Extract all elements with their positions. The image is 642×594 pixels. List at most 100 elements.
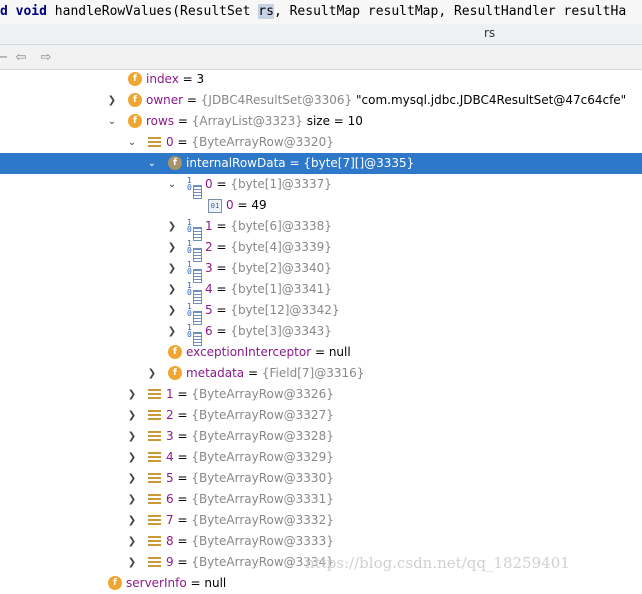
list-element-icon — [148, 536, 161, 547]
expand-arrow-icon[interactable]: ❯ — [167, 216, 177, 237]
expand-arrow-icon[interactable]: ❯ — [167, 300, 177, 321]
tree-row-rows[interactable]: ⌄ f rows = {ArrayList@3323} size = 10 — [0, 111, 642, 132]
row-label: owner = {JDBC4ResultSet@3306} "com.mysql… — [146, 93, 627, 107]
expand-arrow-icon[interactable]: ❯ — [167, 321, 177, 342]
tree-row-byte-array-row[interactable]: ❯ 7 = {ByteArrayRow@3332} — [0, 510, 642, 531]
tree-row-byte-array-row[interactable]: ❯ 4 = {ByteArrayRow@3329} — [0, 447, 642, 468]
expand-arrow-icon[interactable]: ❯ — [127, 384, 137, 405]
tree-row-internal-row-data[interactable]: ⌄ f internalRowData = {byte[7][]@3335} — [0, 153, 642, 174]
expand-arrow-icon[interactable]: ❯ — [127, 405, 137, 426]
list-element-icon — [148, 431, 161, 442]
highlighted-variable[interactable]: rs — [258, 4, 274, 19]
tree-row-byte-array[interactable]: ❯ 10 1 = {byte[6]@3338} — [0, 216, 642, 241]
watermark: https://blog.csdn.net/qq_18259401 — [305, 554, 570, 572]
array-icon: 10 — [187, 240, 202, 262]
row-label: 6 = {byte[3]@3343} — [205, 324, 332, 338]
list-element-icon — [148, 557, 161, 568]
row-label: 6 = {ByteArrayRow@3331} — [166, 492, 334, 506]
field-icon: f — [168, 345, 182, 359]
list-element-icon — [148, 452, 161, 463]
expand-arrow-icon[interactable]: ❯ — [167, 279, 177, 300]
collapse-arrow-icon[interactable]: ⌄ — [127, 132, 137, 153]
tree-row-owner[interactable]: ❯ f owner = {JDBC4ResultSet@3306} "com.m… — [0, 90, 642, 111]
field-icon: f — [168, 366, 182, 380]
tooltip-title: rs — [484, 26, 496, 40]
row-label: index = 3 — [146, 72, 205, 86]
tree-row-byte-array-row[interactable]: ❯ 6 = {ByteArrayRow@3331} — [0, 489, 642, 510]
forward-arrow-icon[interactable]: ⇨ — [37, 48, 55, 66]
tree-row-byte-array-row[interactable]: ❯ 5 = {ByteArrayRow@3330} — [0, 468, 642, 489]
row-label: 7 = {ByteArrayRow@3332} — [166, 513, 334, 527]
tree-row-byte-value[interactable]: 01 0 = 49 — [0, 195, 642, 216]
tree-row-metadata[interactable]: ❯ f metadata = {Field[7]@3316} — [0, 363, 642, 384]
expand-arrow-icon[interactable]: ❯ — [127, 552, 137, 573]
row-label: exceptionInterceptor = null — [186, 345, 351, 359]
variables-tree: f index = 3 ❯ f owner = {JDBC4ResultSet@… — [0, 69, 642, 590]
list-element-icon — [148, 389, 161, 400]
expand-arrow-icon[interactable]: ❯ — [127, 468, 137, 489]
tree-row-byte-array[interactable]: ❯ 10 2 = {byte[4]@3339} — [0, 237, 642, 262]
collapse-arrow-icon[interactable]: ⌄ — [167, 174, 177, 195]
array-icon: 10 — [187, 261, 202, 283]
list-element-icon — [148, 137, 161, 148]
row-label: 2 = {byte[4]@3339} — [205, 240, 332, 254]
expand-arrow-icon[interactable]: ❯ — [107, 90, 117, 111]
expand-arrow-icon[interactable]: ❯ — [127, 426, 137, 447]
expand-arrow-icon[interactable]: ❯ — [127, 489, 137, 510]
row-label: 4 = {byte[1]@3341} — [205, 282, 332, 296]
tree-row-byte-array[interactable]: ❯ 10 3 = {byte[2]@3340} — [0, 258, 642, 283]
array-icon: 10 — [187, 282, 202, 304]
row-label: 3 = {byte[2]@3340} — [205, 261, 332, 275]
row-label: 5 = {byte[12]@3342} — [205, 303, 340, 317]
array-icon: 10 — [187, 219, 202, 241]
code-line: d void handleRowValues(ResultSet rs, Res… — [0, 0, 642, 24]
list-element-icon — [148, 515, 161, 526]
tree-row-index[interactable]: f index = 3 — [0, 69, 642, 90]
tree-row-rows-0[interactable]: ⌄ 0 = {ByteArrayRow@3320} — [0, 132, 642, 153]
tree-row-byte-array-row[interactable]: ❯ 8 = {ByteArrayRow@3333} — [0, 531, 642, 552]
tree-row-byte-array[interactable]: ⌄ 10 0 = {byte[1]@3337} — [0, 174, 642, 199]
array-icon: 10 — [187, 177, 202, 199]
field-icon: f — [168, 156, 182, 170]
tree-row-byte-array-row[interactable]: ❯ 2 = {ByteArrayRow@3327} — [0, 405, 642, 426]
list-element-icon — [148, 473, 161, 484]
tree-row-byte-array[interactable]: ❯ 10 5 = {byte[12]@3342} — [0, 300, 642, 325]
expand-arrow-icon[interactable]: ❯ — [127, 447, 137, 468]
minus-icon[interactable]: − — [0, 48, 12, 66]
row-label: metadata = {Field[7]@3316} — [186, 366, 365, 380]
row-label: serverInfo = null — [126, 576, 227, 590]
expand-arrow-icon[interactable]: ❯ — [147, 363, 157, 384]
expand-arrow-icon[interactable]: ❯ — [127, 510, 137, 531]
code-before: handleRowValues(ResultSet — [46, 4, 259, 19]
collapse-arrow-icon[interactable]: ⌄ — [147, 153, 157, 174]
collapse-arrow-icon[interactable]: ⌄ — [107, 111, 117, 132]
array-icon: 10 — [187, 303, 202, 325]
tree-row-byte-array[interactable]: ❯ 10 4 = {byte[1]@3341} — [0, 279, 642, 304]
row-label: 8 = {ByteArrayRow@3333} — [166, 534, 334, 548]
row-label: 2 = {ByteArrayRow@3327} — [166, 408, 334, 422]
back-arrow-icon[interactable]: ⇦ — [12, 48, 30, 66]
expand-arrow-icon[interactable]: ❯ — [167, 258, 177, 279]
row-label: 1 = {ByteArrayRow@3326} — [166, 387, 334, 401]
tree-row-server-info[interactable]: f serverInfo = null — [0, 573, 642, 594]
list-element-icon — [148, 494, 161, 505]
expand-arrow-icon[interactable]: ❯ — [127, 531, 137, 552]
tooltip-title-bar: rs — [0, 24, 642, 45]
field-icon: f — [128, 114, 142, 128]
tree-row-byte-array-row[interactable]: ❯ 3 = {ByteArrayRow@3328} — [0, 426, 642, 447]
expand-arrow-icon[interactable]: ❯ — [167, 237, 177, 258]
row-label: 0 = 49 — [226, 198, 267, 212]
row-label: 1 = {byte[6]@3338} — [205, 219, 332, 233]
tree-row-exception-interceptor[interactable]: f exceptionInterceptor = null — [0, 342, 642, 363]
primitive-value-icon: 01 — [208, 199, 222, 213]
row-label: 0 = {byte[1]@3337} — [205, 177, 332, 191]
array-icon: 10 — [187, 324, 202, 346]
row-label: 0 = {ByteArrayRow@3320} — [166, 135, 334, 149]
tree-row-byte-array-row[interactable]: ❯ 1 = {ByteArrayRow@3326} — [0, 384, 642, 405]
row-label: 3 = {ByteArrayRow@3328} — [166, 429, 334, 443]
field-icon: f — [108, 576, 122, 590]
row-label: rows = {ArrayList@3323} size = 10 — [146, 114, 363, 128]
field-icon: f — [128, 72, 142, 86]
row-label: 4 = {ByteArrayRow@3329} — [166, 450, 334, 464]
tree-row-byte-array[interactable]: ❯ 10 6 = {byte[3]@3343} — [0, 321, 642, 346]
